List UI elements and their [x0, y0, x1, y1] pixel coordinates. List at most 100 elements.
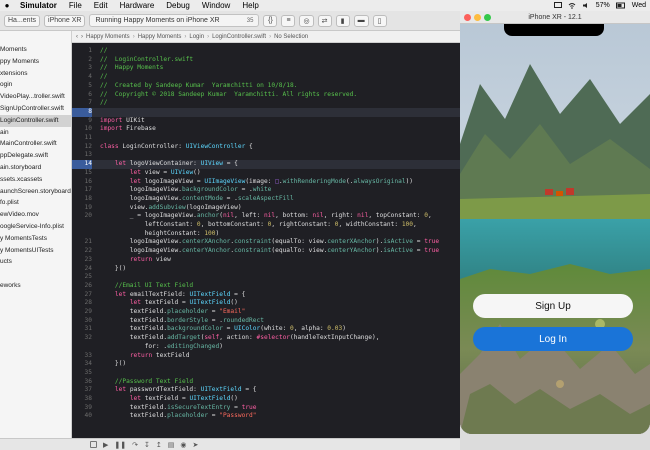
- volume-icon[interactable]: [582, 2, 590, 9]
- pause-icon[interactable]: ❚❚: [114, 441, 126, 449]
- line-number[interactable]: 28: [72, 299, 92, 308]
- line-number[interactable]: 10: [72, 125, 92, 134]
- forward-arrow-icon[interactable]: ›: [81, 34, 83, 40]
- step-over-icon[interactable]: ↷: [132, 441, 138, 449]
- line-number[interactable]: 27: [72, 291, 92, 300]
- menu-debug[interactable]: Debug: [160, 1, 196, 10]
- navigator-item[interactable]: [0, 268, 71, 280]
- line-number[interactable]: 24: [72, 265, 92, 274]
- assistant-editor-button[interactable]: ◎: [299, 14, 314, 27]
- minimize-window-icon[interactable]: [474, 14, 481, 21]
- code-line[interactable]: 22 logoImageView.centerYAnchor.constrain…: [72, 247, 460, 256]
- line-number[interactable]: 37: [72, 386, 92, 395]
- navigator-item[interactable]: VideoPlay...troller.swift: [0, 91, 71, 103]
- navigator-item[interactable]: ppy Moments: [0, 56, 71, 68]
- code-line[interactable]: 1 //: [72, 47, 460, 56]
- jump-folder[interactable]: Login: [189, 34, 204, 40]
- code-line[interactable]: 4 //: [72, 73, 460, 82]
- line-number[interactable]: 23: [72, 256, 92, 265]
- navigator-item[interactable]: LoginController.swift: [0, 114, 71, 127]
- jump-group[interactable]: Happy Moments: [138, 34, 182, 40]
- menu-clock[interactable]: Wed: [632, 2, 646, 9]
- line-number[interactable]: 7: [72, 99, 92, 108]
- code-line[interactable]: 34 }(): [72, 360, 460, 369]
- code-line[interactable]: 15 let view = UIView(): [72, 169, 460, 178]
- code-line[interactable]: 40 textField.placeholder = "Password": [72, 412, 460, 421]
- line-number[interactable]: 36: [72, 378, 92, 387]
- line-number[interactable]: 20: [72, 212, 92, 221]
- navigator-item[interactable]: oogleService-Info.plist: [0, 221, 71, 233]
- code-line[interactable]: 17 logoImageView.backgroundColor = .whit…: [72, 186, 460, 195]
- line-number[interactable]: 35: [72, 369, 92, 378]
- line-number[interactable]: 25: [72, 273, 92, 282]
- line-number[interactable]: 32: [72, 334, 92, 343]
- navigator-item[interactable]: ain.storyboard: [0, 162, 71, 174]
- line-number[interactable]: 19: [72, 204, 92, 213]
- navigator-toggle[interactable]: ▮: [335, 14, 350, 27]
- line-number[interactable]: 34: [72, 360, 92, 369]
- line-number[interactable]: 30: [72, 317, 92, 326]
- navigator-item[interactable]: Moments: [0, 44, 71, 56]
- code-line[interactable]: 16 let logoImageView = UIImageView(image…: [72, 178, 460, 187]
- line-number[interactable]: 18: [72, 195, 92, 204]
- jump-selection[interactable]: No Selection: [274, 34, 308, 40]
- code-line[interactable]: 12 class LoginController: UIViewControlle…: [72, 143, 460, 152]
- code-line[interactable]: 14 let logoViewContainer: UIView = {: [72, 160, 460, 169]
- version-editor-button[interactable]: ⇄: [317, 14, 332, 27]
- line-number[interactable]: 14: [72, 160, 92, 169]
- code-line[interactable]: 10 import Firebase: [72, 125, 460, 134]
- code-line[interactable]: 20 _ = logoImageView.anchor(nil, left: n…: [72, 212, 460, 221]
- navigator-item[interactable]: ucts: [0, 256, 71, 268]
- navigator-item[interactable]: xtensions: [0, 68, 71, 80]
- code-line[interactable]: 29 textField.placeholder = "Email": [72, 308, 460, 317]
- navigator-item[interactable]: eworks: [0, 280, 71, 292]
- location-icon[interactable]: ➤: [192, 441, 198, 449]
- line-number[interactable]: 31: [72, 325, 92, 334]
- jump-file[interactable]: LoginController.swift: [212, 34, 266, 40]
- code-line[interactable]: 25: [72, 273, 460, 282]
- code-line[interactable]: 26 //Email UI Text Field: [72, 282, 460, 291]
- code-line[interactable]: 31 textField.backgroundColor = UIColor(w…: [72, 325, 460, 334]
- code-line[interactable]: 2 // LoginController.swift: [72, 56, 460, 65]
- code-line[interactable]: 28 let textField = UITextField(): [72, 299, 460, 308]
- code-line[interactable]: for: .editingChanged): [72, 343, 460, 352]
- line-number[interactable]: 33: [72, 352, 92, 361]
- navigator-item[interactable]: MainController.swift: [0, 138, 71, 150]
- navigator-item[interactable]: ssets.xcassets: [0, 174, 71, 186]
- code-line[interactable]: 19 view.addSubview(logoImageView): [72, 204, 460, 213]
- navigator-item[interactable]: ppDelegate.swift: [0, 150, 71, 162]
- line-number[interactable]: 8: [72, 107, 92, 117]
- code-line[interactable]: 18 logoImageView.contentMode = .scaleAsp…: [72, 195, 460, 204]
- cast-icon[interactable]: [553, 2, 562, 9]
- navigator-item[interactable]: ewVideo.mov: [0, 209, 71, 221]
- debug-toggle[interactable]: ▬: [353, 14, 369, 27]
- step-into-icon[interactable]: ↧: [144, 441, 150, 449]
- code-line[interactable]: 11: [72, 134, 460, 143]
- hide-debug-area-icon[interactable]: [90, 441, 97, 448]
- line-number[interactable]: 16: [72, 178, 92, 187]
- code-line[interactable]: 37 let passwordTextField: UITextField = …: [72, 386, 460, 395]
- menu-edit[interactable]: Edit: [88, 1, 114, 10]
- wifi-icon[interactable]: [568, 2, 576, 9]
- apple-menu-icon[interactable]: ●: [0, 1, 14, 10]
- step-out-icon[interactable]: ↥: [156, 441, 162, 449]
- code-line[interactable]: 8: [72, 107, 460, 117]
- source-editor[interactable]: 1 // 2 // LoginController.swift 3 // Happy Mo…: [72, 43, 460, 438]
- zoom-window-icon[interactable]: [484, 14, 491, 21]
- code-line[interactable]: 6 // Copyright © 2018 Sandeep Kumar Yaram…: [72, 91, 460, 100]
- battery-percent[interactable]: 57%: [596, 2, 610, 9]
- line-number[interactable]: 39: [72, 404, 92, 413]
- phone-screen[interactable]: Sign Up Log In: [460, 24, 650, 434]
- code-line[interactable]: 27 let emailTextField: UITextField = {: [72, 291, 460, 300]
- code-line[interactable]: 35: [72, 369, 460, 378]
- code-line[interactable]: 38 let textField = UITextField(): [72, 395, 460, 404]
- simulator-titlebar[interactable]: iPhone XR - 12.1: [460, 11, 650, 24]
- navigator-item[interactable]: y MomentsUITests: [0, 245, 71, 257]
- line-number[interactable]: 3: [72, 64, 92, 73]
- code-line[interactable]: 5 // Created by Sandeep Kumar Yaramchitti…: [72, 82, 460, 91]
- menu-file[interactable]: File: [63, 1, 88, 10]
- library-button[interactable]: {}: [263, 14, 278, 27]
- code-line[interactable]: 30 textField.borderStyle = .roundedRect: [72, 317, 460, 326]
- code-line[interactable]: 36 //Password Text Field: [72, 378, 460, 387]
- scheme-selector[interactable]: Ha...ents: [4, 14, 41, 27]
